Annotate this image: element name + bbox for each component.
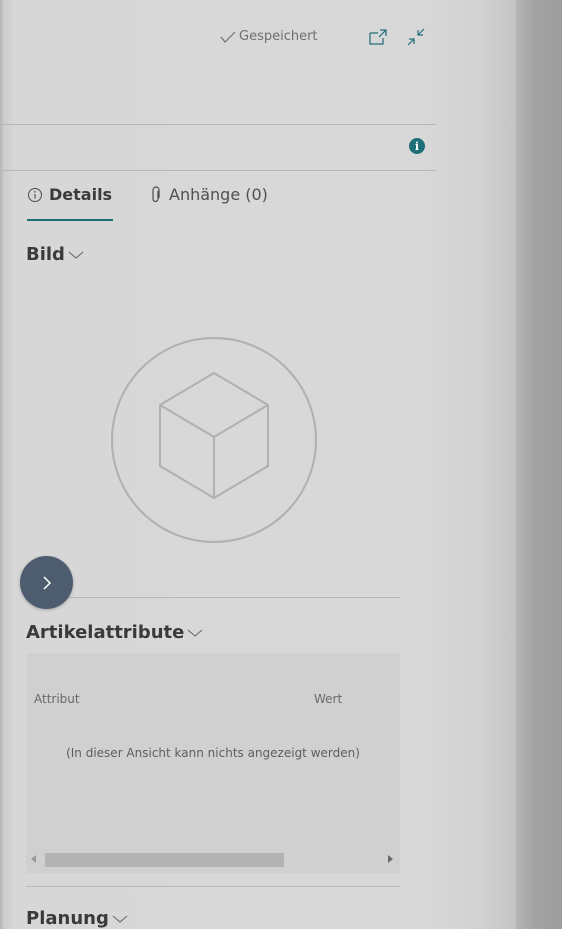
section-planning-title: Planung	[26, 908, 109, 929]
chevron-down-icon	[188, 629, 203, 637]
attributes-table	[26, 653, 400, 873]
panel-edge-shadow	[0, 0, 5, 929]
tab-details-label: Details	[49, 185, 113, 204]
cube-icon	[159, 372, 269, 499]
chevron-down-icon	[112, 915, 128, 923]
tab-attachments-label: Anhänge (0)	[169, 185, 268, 204]
divider-picture	[26, 597, 400, 598]
chevron-down-icon	[68, 251, 84, 259]
section-planning-header[interactable]: Planung	[26, 908, 128, 929]
active-tab-indicator	[27, 219, 113, 221]
saved-status-label: Gespeichert	[239, 29, 318, 44]
scrollbar-thumb[interactable]	[45, 853, 284, 867]
scroll-left-icon[interactable]	[31, 855, 37, 863]
section-attributes-header[interactable]: Artikelattribute	[26, 622, 203, 643]
collapse-icon[interactable]	[406, 27, 426, 47]
divider-tabs	[0, 170, 436, 171]
info-circle-icon	[28, 187, 42, 202]
empty-table-message: (In dieser Ansicht kann nichts angezeigt…	[66, 746, 360, 760]
paperclip-icon	[152, 185, 160, 202]
tab-attachments[interactable]: Anhänge (0)	[150, 185, 268, 204]
page-backdrop	[516, 0, 562, 929]
divider-top	[0, 124, 436, 125]
column-header-value[interactable]: Wert	[314, 692, 342, 706]
tab-details[interactable]: Details	[27, 185, 112, 204]
expand-button[interactable]	[20, 556, 73, 609]
popout-icon[interactable]	[369, 29, 387, 45]
column-header-attribute[interactable]: Attribut	[34, 692, 80, 706]
panel-header: Gespeichert	[0, 0, 516, 80]
saved-status: Gespeichert	[219, 29, 318, 44]
checkmark-icon	[220, 31, 236, 43]
info-icon[interactable]: i	[409, 138, 425, 154]
horizontal-scrollbar[interactable]	[28, 851, 398, 867]
factbox-panel: Gespeichert i Details Anhänge (0) Bild A…	[0, 0, 516, 929]
section-attributes-title: Artikelattribute	[26, 622, 185, 643]
section-picture-title: Bild	[26, 244, 65, 265]
item-picture-placeholder[interactable]	[110, 336, 320, 546]
chevron-right-icon	[42, 575, 51, 590]
scroll-right-icon[interactable]	[387, 855, 393, 863]
divider-attributes	[26, 886, 400, 887]
section-picture-header[interactable]: Bild	[26, 244, 84, 265]
